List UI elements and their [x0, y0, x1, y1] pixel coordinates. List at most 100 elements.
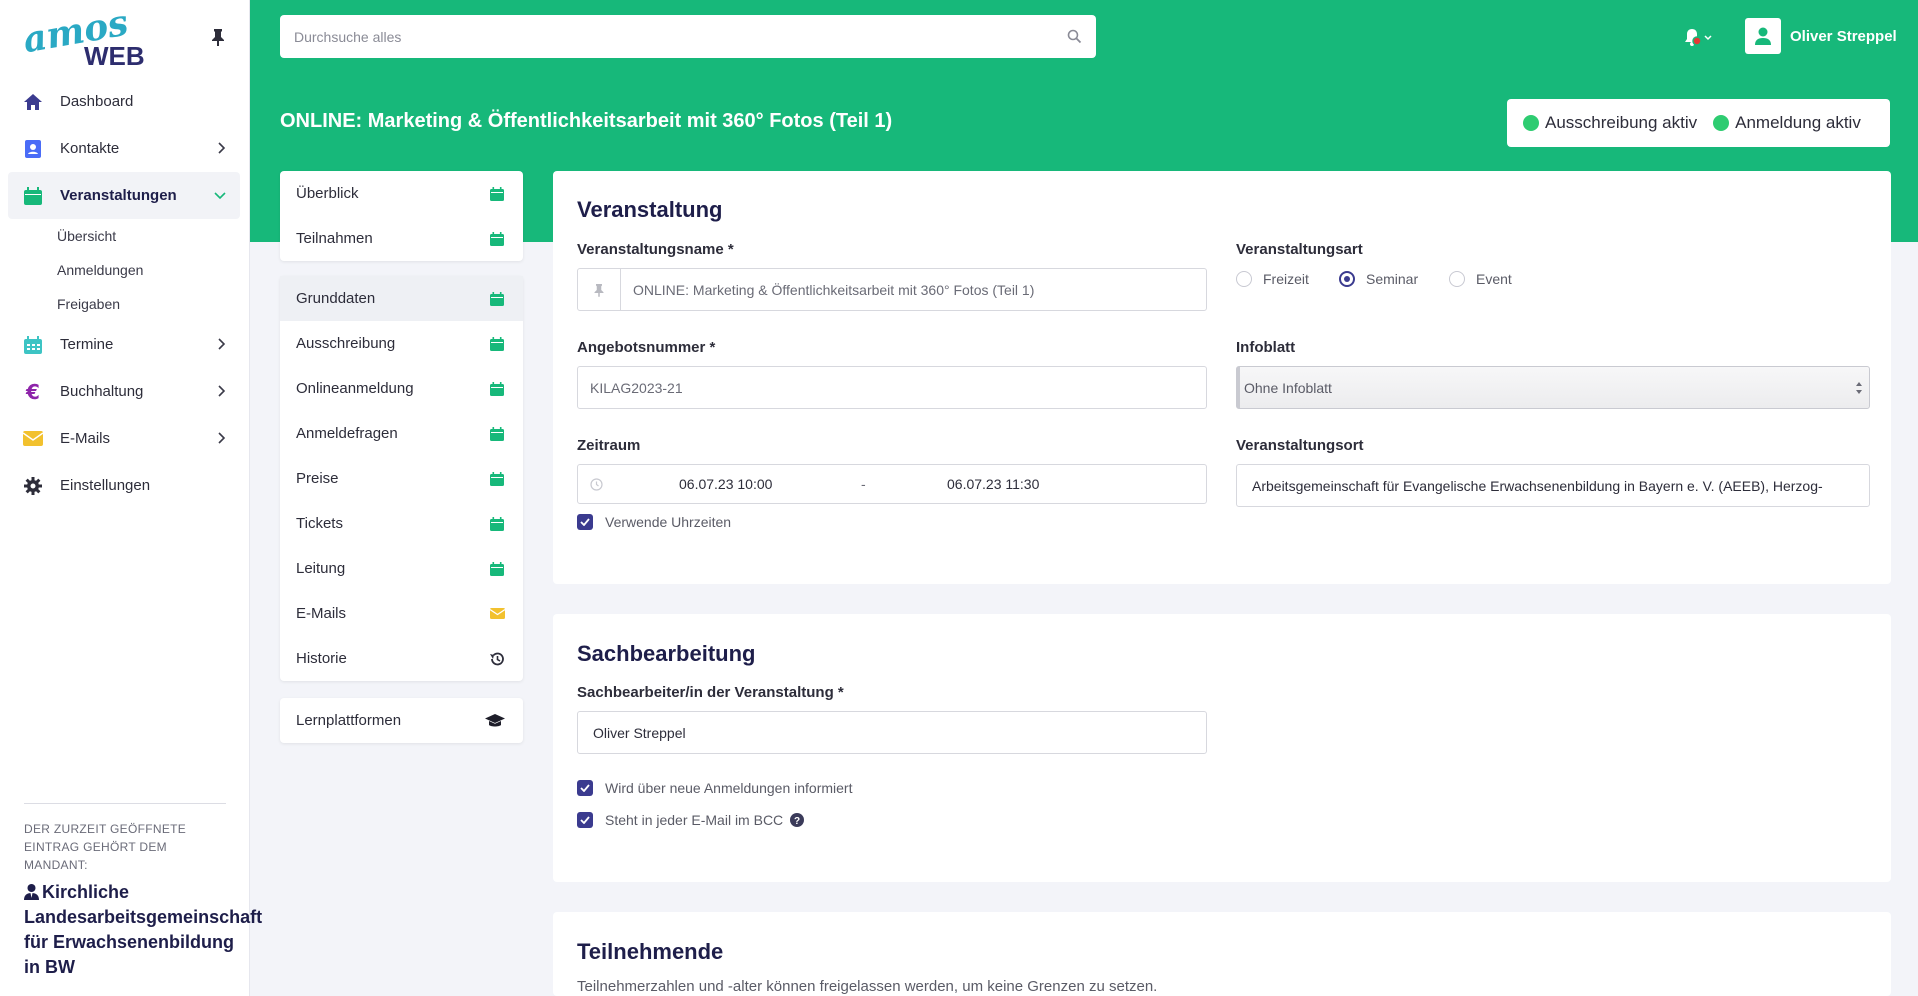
subnav-lernplattformen[interactable]: Lernplattformen — [280, 698, 523, 743]
nav-einstellungen[interactable]: Einstellungen — [8, 462, 240, 509]
search-input[interactable] — [294, 28, 1067, 45]
euro-icon: € — [26, 379, 40, 404]
nav-buchhaltung[interactable]: € Buchhaltung — [8, 368, 240, 415]
subnav-preise[interactable]: Preise — [280, 456, 523, 501]
nav-kontakte[interactable]: Kontakte — [8, 125, 240, 172]
status-anmeldung[interactable]: Anmeldung aktiv — [1713, 113, 1861, 133]
subnav-historie[interactable]: Historie — [280, 636, 523, 681]
zeitraum-end[interactable]: 06.07.23 11:30 — [947, 476, 1039, 492]
checkbox-checked[interactable] — [577, 812, 593, 828]
checkbox-checked[interactable] — [577, 780, 593, 796]
subnav-group-details: Grunddaten Ausschreibung Onlineanmeldung… — [280, 276, 523, 681]
calendar-icon — [489, 471, 505, 487]
nav-veranstaltungen[interactable]: Veranstaltungen — [8, 172, 240, 219]
submenu-freigaben[interactable]: Freigaben — [57, 287, 240, 321]
global-search[interactable] — [280, 15, 1096, 58]
radio-button-selected[interactable] — [1339, 271, 1355, 287]
subnav-anmeldefragen[interactable]: Anmeldefragen — [280, 411, 523, 456]
zeitraum-field[interactable]: 06.07.23 10:00 - 06.07.23 11:30 — [577, 464, 1207, 504]
subnav-emails[interactable]: E-Mails — [280, 591, 523, 636]
field-label: Angebotsnummer * — [577, 339, 716, 356]
veranstaltungsort-field[interactable]: Arbeitsgemeinschaft für Evangelische Erw… — [1236, 464, 1870, 507]
submenu-anmeldungen[interactable]: Anmeldungen — [57, 253, 240, 287]
status-label: Ausschreibung aktiv — [1545, 113, 1698, 132]
main-nav: Dashboard Kontakte Veranstaltungen Übers… — [8, 78, 240, 509]
avatar — [1745, 18, 1781, 54]
radio-freizeit[interactable]: Freizeit — [1236, 271, 1309, 287]
chevron-right-icon — [218, 142, 226, 154]
pin-icon[interactable] — [210, 28, 226, 46]
sachbearbeiter-field[interactable]: Oliver Streppel — [577, 711, 1207, 754]
subnav-ueberblick[interactable]: Überblick — [280, 171, 523, 216]
select-arrows-icon — [1856, 382, 1862, 394]
radio-seminar[interactable]: Seminar — [1339, 271, 1418, 287]
clock-icon — [590, 478, 603, 491]
checkbox-bcc[interactable]: Steht in jeder E-Mail im BCC ? — [577, 812, 805, 828]
veranstaltungsname-field[interactable]: ONLINE: Marketing & Öffentlichkeitsarbei… — [577, 268, 1207, 311]
calendar-icon — [489, 516, 505, 532]
radio-event[interactable]: Event — [1449, 271, 1512, 287]
calendar-icon — [489, 426, 505, 442]
checkbox-neue-anmeldungen[interactable]: Wird über neue Anmeldungen informiert — [577, 780, 852, 796]
chevron-right-icon — [218, 338, 226, 350]
search-icon[interactable] — [1067, 29, 1082, 44]
nav-dashboard[interactable]: Dashboard — [8, 78, 240, 125]
nav-label: Buchhaltung — [60, 383, 144, 400]
calendar-icon — [489, 561, 505, 577]
subnav-label: Überblick — [296, 185, 359, 202]
subnav-onlineanmeldung[interactable]: Onlineanmeldung — [280, 366, 523, 411]
help-icon[interactable]: ? — [790, 813, 805, 827]
infoblatt-select[interactable]: Ohne Infoblatt — [1236, 366, 1870, 409]
sachbearbeiter-value: Oliver Streppel — [593, 724, 686, 741]
status-dot — [1523, 115, 1539, 131]
user-menu[interactable]: Oliver Streppel — [1745, 18, 1897, 54]
angebotsnummer-field[interactable]: KILAG2023-21 — [577, 366, 1207, 409]
home-icon — [22, 92, 44, 112]
nav-termine[interactable]: Termine — [8, 321, 240, 368]
subnav-label: Lernplattformen — [296, 712, 402, 729]
zeitraum-start[interactable]: 06.07.23 10:00 — [679, 476, 772, 492]
nav-label: E-Mails — [60, 430, 111, 447]
checkbox-checked[interactable] — [577, 514, 593, 530]
amosweb-logo[interactable]: amos WEB — [22, 10, 172, 70]
user-tie-icon — [24, 884, 39, 900]
subnav-label: Anmeldefragen — [296, 425, 398, 442]
subnav-tickets[interactable]: Tickets — [280, 501, 523, 546]
nav-emails[interactable]: E-Mails — [8, 415, 240, 462]
subnav-label: Tickets — [296, 515, 343, 532]
svg-text:WEB: WEB — [84, 41, 145, 70]
subnav-label: Onlineanmeldung — [296, 380, 414, 397]
checkbox-verwende-uhrzeiten[interactable]: Verwende Uhrzeiten — [577, 514, 731, 530]
envelope-icon — [489, 606, 505, 622]
nav-label: Kontakte — [60, 140, 120, 157]
field-label: Veranstaltungsname * — [577, 241, 734, 258]
field-label: Sachbearbeiter/in der Veranstaltung * — [577, 684, 844, 701]
radio-button[interactable] — [1449, 271, 1465, 287]
radio-label: Seminar — [1366, 271, 1419, 287]
subnav-grunddaten[interactable]: Grunddaten — [280, 276, 523, 321]
subnav-leitung[interactable]: Leitung — [280, 546, 523, 591]
field-label: Zeitraum — [577, 437, 641, 454]
section-title: Veranstaltung — [577, 197, 723, 222]
calendar-icon — [489, 186, 505, 202]
nav-label: Einstellungen — [60, 477, 151, 494]
nav-label: Termine — [60, 336, 114, 353]
mandant-name[interactable]: Kirchliche Landesarbeitsgemeinschaft für… — [24, 880, 262, 980]
field-label: Infoblatt — [1236, 339, 1296, 356]
section-title: Teilnehmende — [577, 939, 724, 964]
gear-icon — [22, 476, 44, 496]
mandant-caption: Der zurzeit geöffnete Eintrag gehört dem… — [24, 822, 187, 872]
checkbox-label: Verwende Uhrzeiten — [605, 514, 732, 530]
section-title: Sachbearbeitung — [577, 641, 756, 666]
notification-bell-icon[interactable] — [1683, 27, 1717, 47]
status-ausschreibung[interactable]: Ausschreibung aktiv — [1523, 113, 1697, 133]
subnav-teilnahmen[interactable]: Teilnahmen — [280, 216, 523, 261]
veranstaltungsname-value: ONLINE: Marketing & Öffentlichkeitsarbei… — [633, 281, 1035, 298]
user-name: Oliver Streppel — [1790, 27, 1897, 45]
veranstaltungen-submenu: Übersicht Anmeldungen Freigaben — [8, 219, 240, 321]
radio-button[interactable] — [1236, 271, 1252, 287]
subnav-ausschreibung[interactable]: Ausschreibung — [280, 321, 523, 366]
chevron-right-icon — [218, 432, 226, 444]
submenu-uebersicht[interactable]: Übersicht — [57, 219, 240, 253]
calendar-icon — [489, 231, 505, 247]
